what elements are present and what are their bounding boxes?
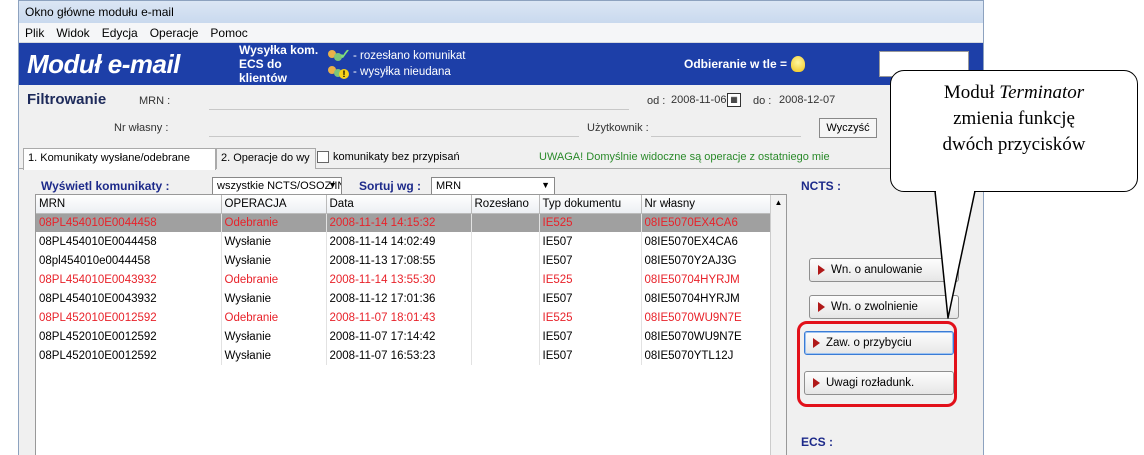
callout-line1: Moduł Terminator (890, 80, 1138, 106)
callout-pointer-mask (936, 189, 974, 193)
callout-text: Moduł Terminator zmienia funkcję dwóch p… (890, 80, 1138, 158)
callout-line1-prefix: Moduł (943, 82, 1000, 103)
callout-line2: zmienia funkcję (953, 108, 1075, 129)
callout-line3: dwóch przycisków (942, 134, 1086, 155)
callout-line1-italic: Terminator (999, 82, 1085, 103)
